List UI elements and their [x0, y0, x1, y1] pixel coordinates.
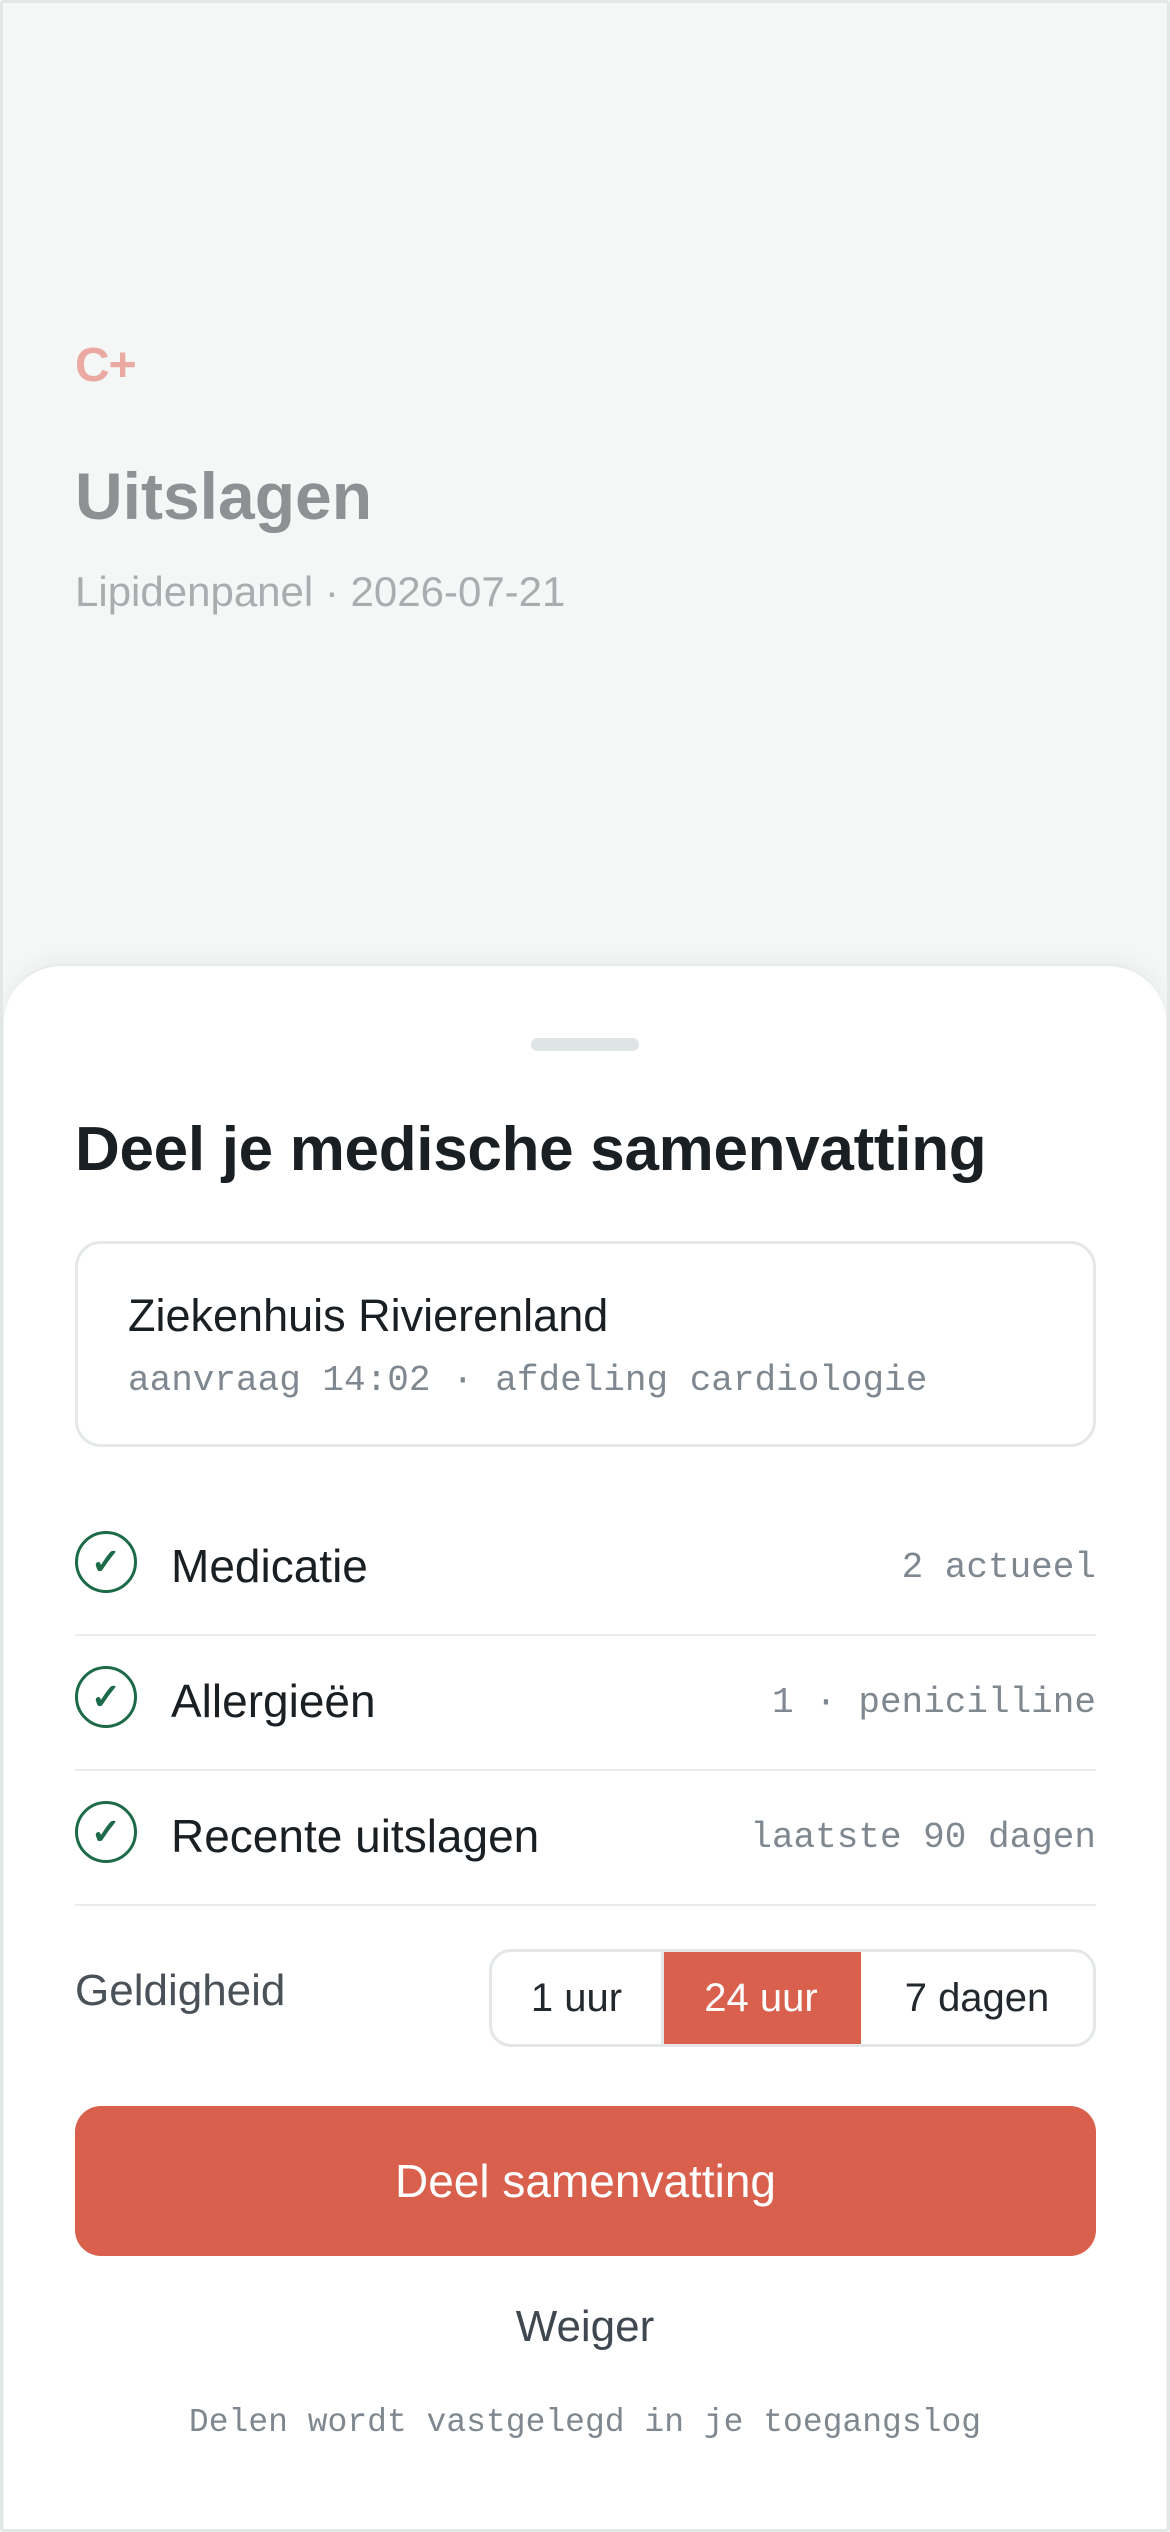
share-item-label: Allergieën	[171, 1675, 376, 1727]
share-item-value: 2 actueel	[901, 1547, 1096, 1588]
page-title: Uitslagen	[75, 459, 373, 533]
access-log-note: Delen wordt vastgelegd in je toegangslog	[188, 2404, 982, 2441]
page-subtitle: Lipidenpanel · 2026-07-21	[75, 568, 566, 615]
check-circle-icon[interactable]: ✓	[75, 1801, 137, 1863]
share-item-value: 1 · penicilline	[771, 1682, 1096, 1723]
share-item-allergieen[interactable]: ✓ Allergieën 1 · penicilline	[75, 1636, 1096, 1771]
share-summary-button[interactable]: Deel samenvatting	[75, 2106, 1096, 2256]
share-item-recente-uitslagen[interactable]: ✓ Recente uitslagen laatste 90 dagen	[75, 1771, 1096, 1906]
background-screen: C+ Uitslagen Lipidenpanel · 2026-07-21	[0, 0, 1170, 1000]
validity-option-7-dagen[interactable]: 7 dagen	[861, 1952, 1093, 2044]
check-circle-icon[interactable]: ✓	[75, 1666, 137, 1728]
request-meta: aanvraag 14:02 · afdeling cardiologie	[128, 1360, 928, 1401]
share-item-medicatie[interactable]: ✓ Medicatie 2 actueel	[75, 1501, 1096, 1636]
decline-button[interactable]: Weiger	[4, 2302, 1166, 2352]
sheet-title: Deel je medische samenvatting	[75, 1115, 987, 1184]
requester-name: Ziekenhuis Rivierenland	[128, 1290, 609, 1341]
validity-option-24-uur[interactable]: 24 uur	[664, 1952, 861, 2044]
share-bottom-sheet: Deel je medische samenvatting Ziekenhuis…	[4, 964, 1166, 2530]
sheet-grabber-handle[interactable]	[531, 1038, 639, 1051]
validity-option-1-uur[interactable]: 1 uur	[492, 1952, 664, 2044]
validity-label: Geldigheid	[75, 1966, 286, 2015]
request-card: Ziekenhuis Rivierenland aanvraag 14:02 ·…	[75, 1241, 1096, 1447]
share-item-label: Recente uitslagen	[171, 1810, 540, 1862]
validity-segmented-control: 1 uur 24 uur 7 dagen	[489, 1949, 1096, 2047]
share-item-value: laatste 90 dagen	[750, 1817, 1096, 1858]
app-logo: C+	[75, 339, 137, 392]
share-item-label: Medicatie	[171, 1540, 368, 1592]
shared-items-list: ✓ Medicatie 2 actueel ✓ Allergieën 1 · p…	[75, 1501, 1096, 1906]
check-circle-icon[interactable]: ✓	[75, 1531, 137, 1593]
